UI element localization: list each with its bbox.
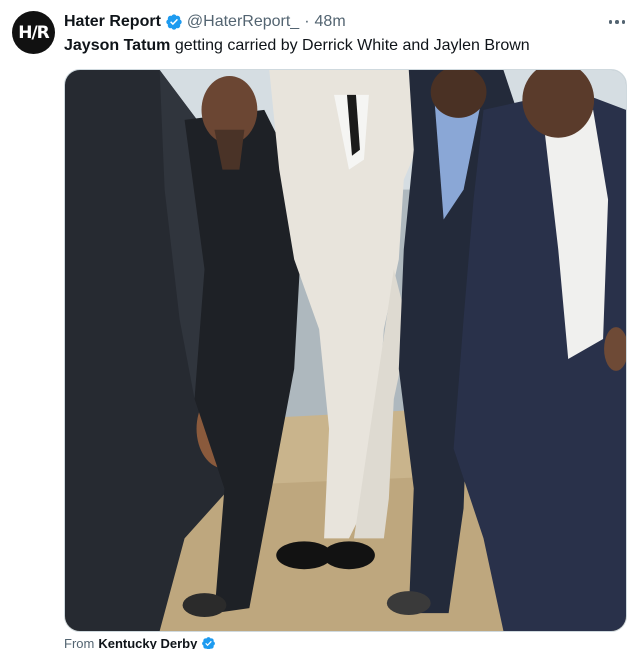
photo-illustration xyxy=(65,70,626,631)
author-handle[interactable]: @HaterReport_ xyxy=(187,13,299,31)
avatar-logo-text: H/R xyxy=(18,22,50,43)
from-prefix: From xyxy=(64,636,95,649)
tweet-header: Hater Report @HaterReport_ · 48m xyxy=(64,11,346,33)
more-options-button[interactable] xyxy=(604,12,630,32)
tweet-text-body: getting carried by Derrick White and Jay… xyxy=(170,37,530,54)
tweet-timestamp[interactable]: 48m xyxy=(315,13,346,31)
tweet-text: Jayson Tatum getting carried by Derrick … xyxy=(64,35,530,56)
verified-badge-icon[interactable] xyxy=(165,13,183,31)
more-horizontal-icon xyxy=(608,20,613,24)
source-verified-badge-icon xyxy=(202,637,216,649)
separator-dot: · xyxy=(304,13,310,30)
avatar[interactable]: H/R xyxy=(12,11,55,54)
from-source-link[interactable]: Kentucky Derby xyxy=(98,636,197,649)
author-display-name[interactable]: Hater Report xyxy=(64,13,161,31)
tweet-text-bold: Jayson Tatum xyxy=(64,37,171,54)
tweet-media-photo[interactable] xyxy=(64,69,627,632)
tweet[interactable]: H/R Hater Report @HaterReport_ · 48m Jay… xyxy=(0,0,640,649)
from-attribution: From Kentucky Derby xyxy=(64,636,216,649)
